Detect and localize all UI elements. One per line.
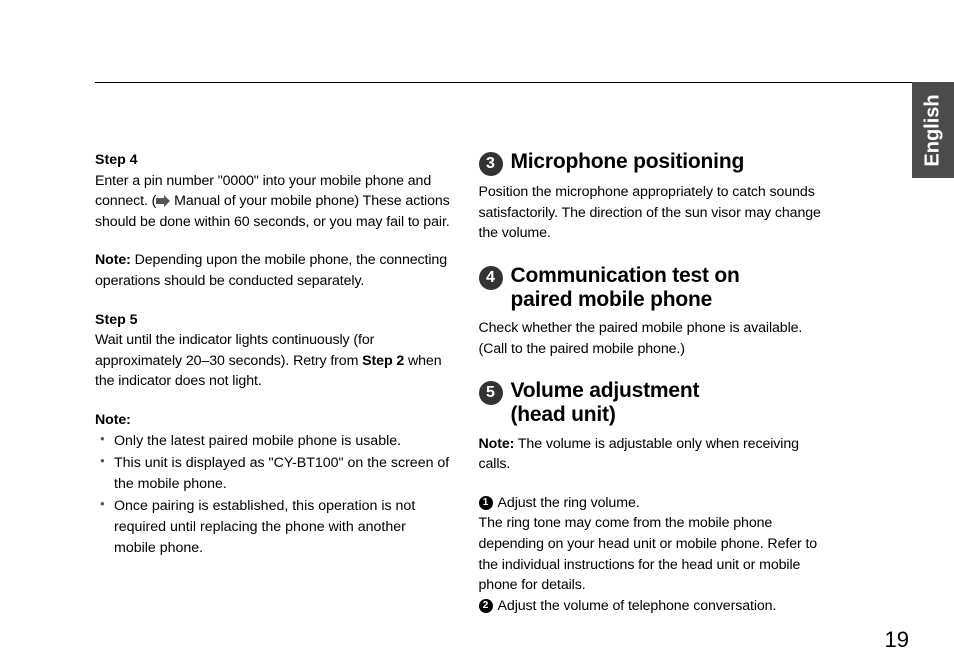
page-content: Step 4 Enter a pin number "0000" into yo… — [0, 0, 954, 671]
small-circle-2-icon: 2 — [479, 599, 493, 613]
list-item: Only the latest paired mobile phone is u… — [100, 431, 451, 452]
note-1: Note: Depending upon the mobile phone, t… — [95, 250, 451, 291]
section-3: 3 Microphone positioning Position the mi… — [479, 150, 835, 244]
section-5-title-b: (head unit) — [511, 403, 700, 427]
section-5-p3-text: Adjust the volume of telephone conversat… — [495, 598, 777, 614]
step-4-label: Step 4 — [95, 150, 451, 171]
section-5-note: Note: The volume is adjustable only when… — [479, 434, 835, 475]
note-1-text: Depending upon the mobile phone, the con… — [95, 252, 447, 289]
section-5-title: Volume adjustment (head unit) — [511, 379, 700, 427]
language-tab-label: English — [922, 94, 945, 166]
language-tab: English — [912, 82, 954, 178]
right-column: 3 Microphone positioning Position the mi… — [479, 150, 885, 636]
note-2-block: Note: Only the latest paired mobile phon… — [95, 410, 451, 558]
step-4-block: Step 4 Enter a pin number "0000" into yo… — [95, 150, 451, 232]
section-4-number-icon: 4 — [479, 266, 503, 290]
section-3-number-icon: 3 — [479, 152, 503, 176]
section-4-title-b: paired mobile phone — [511, 288, 740, 312]
step-5-bold: Step 2 — [362, 353, 404, 369]
section-3-body: Position the microphone appropriately to… — [479, 182, 835, 244]
step-4-text: Enter a pin number "0000" into your mobi… — [95, 171, 451, 233]
section-5-p1: 1 Adjust the ring volume. — [479, 493, 835, 514]
section-4-body: Check whether the paired mobile phone is… — [479, 318, 835, 359]
section-5-number-icon: 5 — [479, 381, 503, 405]
list-item: This unit is displayed as "CY-BT100" on … — [100, 453, 451, 494]
arrow-right-icon — [156, 195, 170, 207]
section-5-p2: The ring tone may come from the mobile p… — [479, 513, 835, 595]
section-5: 5 Volume adjustment (head unit) Note: Th… — [479, 379, 835, 616]
step-5-t1: Wait until the indicator lights continuo… — [95, 332, 374, 369]
section-5-title-a: Volume adjustment — [511, 379, 700, 402]
list-item: Once pairing is established, this operat… — [100, 496, 451, 558]
step-5-block: Step 5 Wait until the indicator lights c… — [95, 310, 451, 392]
section-5-p1-text: Adjust the ring volume. — [495, 495, 640, 511]
top-horizontal-rule — [95, 82, 914, 83]
section-4-title-a: Communication test on — [511, 264, 740, 287]
step-5-label: Step 5 — [95, 310, 451, 331]
page-number: 19 — [885, 627, 909, 653]
section-4: 4 Communication test on paired mobile ph… — [479, 264, 835, 359]
note-1-label: Note: — [95, 252, 131, 268]
section-4-title: Communication test on paired mobile phon… — [511, 264, 740, 312]
section-3-title: Microphone positioning — [511, 150, 745, 174]
note-2-list: Only the latest paired mobile phone is u… — [95, 431, 451, 559]
step-5-text: Wait until the indicator lights continuo… — [95, 330, 451, 392]
section-5-note-label: Note: — [479, 436, 515, 452]
note-2-label: Note: — [95, 410, 451, 431]
small-circle-1-icon: 1 — [479, 496, 493, 510]
left-column: Step 4 Enter a pin number "0000" into yo… — [70, 150, 451, 636]
section-5-p3: 2 Adjust the volume of telephone convers… — [479, 596, 835, 617]
section-5-note-text: The volume is adjustable only when recei… — [479, 436, 799, 473]
